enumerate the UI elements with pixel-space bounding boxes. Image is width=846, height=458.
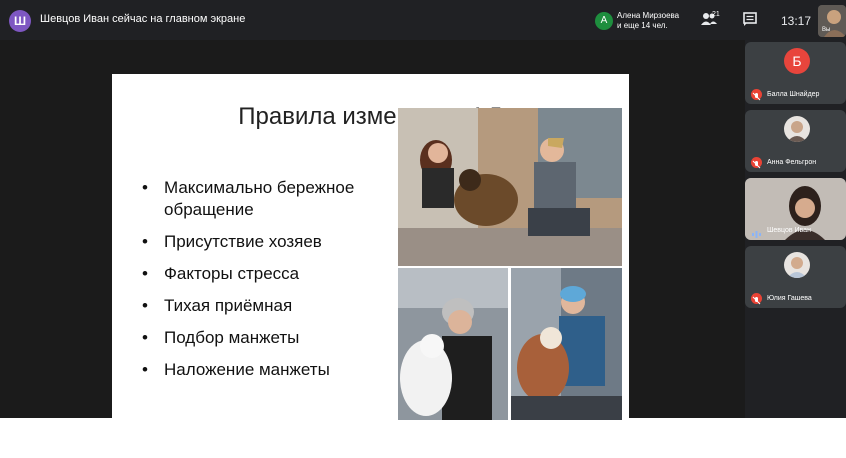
people-count: 21 [712,11,720,18]
participant-chip[interactable]: А Алена Мирзоева и еще 14 чел. [590,7,690,35]
participant-avatar-photo [784,252,810,278]
meet-window: Ш Шевцов Иван сейчас на главном экране А… [0,0,846,458]
mic-off-icon [751,157,762,169]
participant-name: Алена Мирзоева [617,11,680,20]
photo-vet-spaniel [511,268,622,420]
participant-name: Шевцов Иван [767,227,811,234]
slide: Правила измерения АД Максимально бережно… [112,74,629,458]
presenter-avatar: Ш [9,10,31,32]
participant-tile[interactable]: Анна Фельгрон [745,110,846,172]
mic-off-icon [751,293,762,305]
participant-tile[interactable]: Юлия Гашева [745,246,846,308]
participant-more: и еще 14 чел. [617,21,668,30]
top-bar: Ш Шевцов Иван сейчас на главном экране А… [0,0,846,40]
bullet-item: Присутствие хозяев [142,231,374,253]
participant-tile[interactable]: Б Балла Шнайдер [745,42,846,104]
participant-avatar: А [595,12,613,30]
photo-vet-dog [398,108,622,266]
bullet-item: Подбор манжеты [142,327,374,349]
mic-off-icon [751,89,762,101]
presenter-status-text: Шевцов Иван сейчас на главном экране [40,13,246,25]
clock: 13:17 [781,14,812,28]
participant-tile-active[interactable]: Шевцов Иван [745,178,846,240]
participant-name: Анна Фельгрон [767,159,817,166]
participant-name: Юлия Гашева [767,295,812,302]
slide-bullets: Максимально бережное обращение Присутств… [142,177,374,391]
bullet-item: Наложение манжеты [142,359,374,381]
presentation-stage: Правила измерения АД Максимально бережно… [0,40,745,458]
participants-panel: Б Балла Шнайдер Анна Фельгрон Шевцов Ива… [745,40,846,418]
participant-avatar: Б [784,48,810,74]
bullet-item: Факторы стресса [142,263,374,285]
participant-avatar-photo [784,116,810,142]
photo-man-white-dog [398,268,508,420]
bullet-item: Тихая приёмная [142,295,374,317]
participant-name: Балла Шнайдер [767,91,820,98]
self-label: Вы [822,27,831,33]
chat-icon[interactable] [742,11,762,29]
speaking-indicator-icon [751,226,762,238]
bullet-item: Максимально бережное обращение [142,177,374,221]
